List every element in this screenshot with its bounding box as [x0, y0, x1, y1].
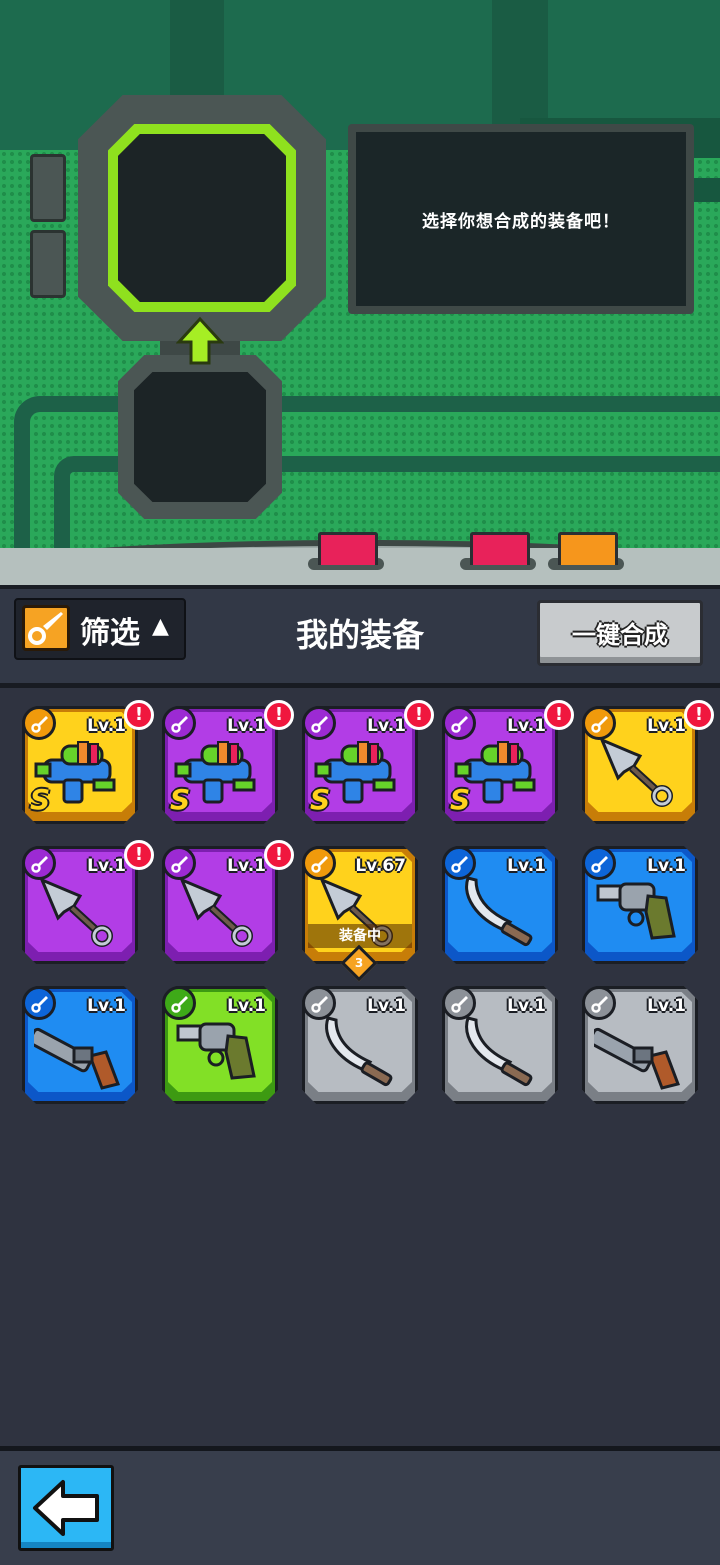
weapon-type-icon — [582, 846, 616, 880]
weapon-type-icon — [162, 986, 196, 1020]
filter-weapon-icon — [22, 605, 70, 651]
item-level: Lv.1 — [367, 716, 406, 736]
equipment-item[interactable]: Lv.1! — [22, 840, 154, 964]
alert-icon: ! — [264, 840, 294, 870]
kunai-icon — [594, 732, 686, 812]
material-slot[interactable] — [134, 372, 266, 502]
weapon-type-icon — [162, 846, 196, 880]
alert-icon: ! — [124, 700, 154, 730]
item-level: Lv.1 — [507, 996, 546, 1016]
equipment-item[interactable]: Lv.67 装备中 3 — [302, 846, 418, 982]
equipment-item[interactable]: Lv.1 S! — [162, 700, 294, 824]
revolver-icon — [174, 1012, 266, 1092]
result-slot[interactable] — [118, 134, 286, 302]
equipment-item[interactable]: Lv.1 S! — [302, 700, 434, 824]
rank-value: 3 — [354, 956, 364, 970]
equipment-item[interactable]: Lv.1 — [22, 986, 138, 1104]
orange-light-button — [558, 532, 618, 565]
item-level: Lv.1 — [87, 856, 126, 876]
kunai-icon — [34, 872, 126, 952]
arrow-up-icon — [176, 316, 224, 365]
weapon-type-icon — [162, 706, 196, 740]
page-title: 我的装备 — [295, 616, 424, 654]
red-light-button — [318, 532, 378, 565]
item-level: Lv.67 — [355, 856, 406, 876]
weapon-type-icon — [582, 986, 616, 1020]
equipment-item[interactable]: Lv.1! — [162, 840, 294, 964]
weapon-type-icon — [22, 986, 56, 1020]
arrow-left-icon — [33, 1480, 99, 1536]
equipment-item[interactable]: Lv.1! — [582, 700, 714, 824]
red-light-button — [470, 532, 530, 565]
filter-label: 筛选 — [80, 616, 140, 651]
weapon-type-icon — [302, 706, 336, 740]
equipment-item[interactable]: Lv.1 — [162, 986, 278, 1104]
item-level: Lv.1 — [507, 716, 546, 736]
weapon-type-icon — [302, 986, 336, 1020]
weapon-type-icon — [22, 706, 56, 740]
item-level: Lv.1 — [227, 716, 266, 736]
merge-all-label: 一键合成 — [572, 621, 668, 649]
shotgun-icon — [28, 1012, 126, 1092]
machine-side-knob — [30, 154, 66, 222]
weapon-type-icon — [582, 706, 616, 740]
equipment-item[interactable]: Lv.1 — [442, 986, 558, 1104]
revolver-icon — [594, 872, 686, 952]
equipped-label: 装备中 — [308, 924, 412, 948]
back-button[interactable] — [18, 1465, 114, 1551]
item-level: Lv.1 — [647, 716, 686, 736]
machine-side-knob — [30, 230, 66, 298]
weapon-type-icon — [442, 706, 476, 740]
alert-icon: ! — [264, 700, 294, 730]
s-grade-mark: S — [450, 783, 471, 816]
pipe — [170, 0, 224, 100]
s-grade-mark: S — [170, 783, 191, 816]
alert-icon: ! — [684, 700, 714, 730]
item-level: Lv.1 — [227, 996, 266, 1016]
item-level: Lv.1 — [647, 996, 686, 1016]
item-level: Lv.1 — [507, 856, 546, 876]
equipment-item[interactable]: Lv.1 — [302, 986, 418, 1104]
equipment-item[interactable]: Lv.1 — [442, 846, 558, 964]
pipe — [690, 178, 720, 202]
equipment-item[interactable]: Lv.1 — [582, 986, 698, 1104]
weapon-type-icon — [302, 846, 336, 880]
screen-message: 选择你想合成的装备吧！ — [422, 211, 620, 232]
item-level: Lv.1 — [87, 716, 126, 736]
machete-icon — [454, 872, 546, 952]
machete-icon — [314, 1012, 406, 1092]
item-level: Lv.1 — [367, 996, 406, 1016]
s-grade-mark: S — [310, 783, 331, 816]
alert-icon: ! — [404, 700, 434, 730]
equipment-item[interactable]: Lv.1 S! — [442, 700, 574, 824]
shotgun-icon — [588, 1012, 686, 1092]
alert-icon: ! — [544, 700, 574, 730]
alert-icon: ! — [124, 840, 154, 870]
triangle-up-icon: ▲ — [152, 614, 169, 639]
weapon-type-icon — [22, 846, 56, 880]
item-level: Lv.1 — [647, 856, 686, 876]
weapon-type-icon — [442, 986, 476, 1020]
equipment-item[interactable]: Lv.1 — [582, 846, 698, 964]
kunai-icon — [174, 872, 266, 952]
weapon-type-icon — [442, 846, 476, 880]
machete-icon — [454, 1012, 546, 1092]
item-level: Lv.1 — [87, 996, 126, 1016]
pipe — [492, 0, 548, 126]
item-level: Lv.1 — [227, 856, 266, 876]
s-grade-mark: S — [30, 783, 51, 816]
equipment-item[interactable]: Lv.1 S! — [22, 700, 154, 824]
